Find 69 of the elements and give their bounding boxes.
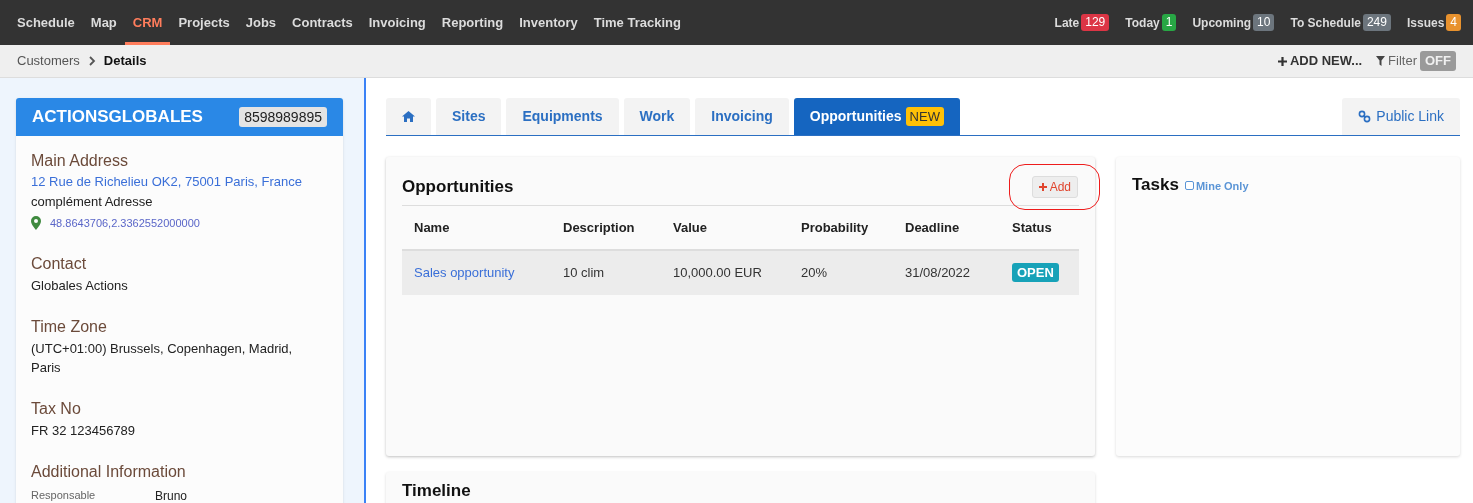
section-title: Main Address: [31, 151, 129, 171]
table-cell: 31/08/2022: [893, 250, 1000, 295]
panel-title: Tasks: [1132, 174, 1179, 196]
add-button[interactable]: Add: [1031, 176, 1078, 198]
tab[interactable]: Opportunities NEW: [793, 98, 960, 135]
tab[interactable]: Sites: [436, 98, 502, 135]
info-label: Responsable: [31, 487, 97, 503]
breadcrumb-item: Details: [103, 52, 147, 71]
table-cell: 10 clim: [551, 250, 661, 295]
filter-icon: [1376, 56, 1386, 66]
count-badge: 4: [1446, 14, 1461, 31]
counter-label[interactable]: Upcoming: [1192, 13, 1252, 32]
customer-code: 8598989895: [239, 107, 327, 127]
section-text: Globales Actions: [31, 276, 129, 295]
chevron-icon: [87, 56, 96, 66]
home-tab[interactable]: [386, 98, 431, 135]
plus-icon: [1038, 183, 1047, 191]
column-header: Probability: [789, 206, 893, 250]
nav-item[interactable]: Projects: [170, 0, 238, 45]
count-badge: 249: [1362, 14, 1391, 31]
count-badge: 1: [1161, 14, 1177, 31]
nav-item[interactable]: Schedule: [9, 0, 83, 45]
counter-label[interactable]: To Schedule: [1290, 13, 1361, 32]
customer-name: ACTIONSGLOBALES: [32, 106, 203, 129]
add-new-button[interactable]: ADD NEW...: [1277, 51, 1363, 71]
counter-label[interactable]: Issues: [1406, 13, 1445, 32]
nav-item[interactable]: Jobs: [237, 0, 285, 45]
public-link[interactable]: Public Link: [1342, 98, 1460, 135]
column-header: Value: [661, 206, 789, 250]
counter-label[interactable]: Late: [1054, 13, 1080, 32]
count-badge: 10: [1253, 14, 1275, 31]
coordinates-link[interactable]: 48.8643706,2.3362552000000: [50, 215, 200, 232]
section-title: Time Zone: [31, 316, 108, 337]
link-icon: [1358, 110, 1372, 123]
status-badge: OPEN: [1012, 263, 1059, 283]
breadcrumb-item[interactable]: Customers: [17, 51, 80, 71]
section-title: Contact: [31, 253, 88, 274]
nav-item[interactable]: Contracts: [284, 0, 361, 45]
tab[interactable]: Equipments: [506, 98, 619, 135]
plus-icon: [1277, 56, 1287, 66]
section-text: (UTC+01:00) Brussels, Copenhagen, Madrid, Paris: [31, 339, 294, 377]
nav-item[interactable]: Invoicing: [360, 0, 434, 45]
section-title: Additional Information: [31, 461, 187, 482]
tab[interactable]: Work: [623, 98, 691, 135]
column-header: Deadline: [893, 206, 1000, 250]
nav-item[interactable]: Inventory: [511, 0, 586, 45]
count-badge: 129: [1081, 14, 1110, 31]
new-badge: NEW: [905, 107, 944, 126]
home-icon: [402, 111, 415, 122]
table-cell: 20%: [789, 250, 893, 295]
panel-title: Timeline: [402, 481, 471, 500]
column-header: Name: [402, 206, 551, 250]
column-header: Description: [551, 206, 661, 250]
address-extra: complément Adresse: [31, 193, 154, 211]
opportunity-link[interactable]: Sales opportunity: [402, 250, 551, 295]
section-text: FR 32 123456789: [31, 421, 137, 440]
table-cell: 10,000.00 EUR: [661, 250, 789, 295]
panel-title: Opportunities: [402, 176, 514, 199]
section-title: Tax No: [31, 398, 82, 419]
tab[interactable]: Invoicing: [695, 98, 789, 135]
filter-label[interactable]: Filter: [1388, 51, 1417, 71]
map-pin-icon: [31, 216, 41, 231]
address-link[interactable]: 12 Rue de Richelieu OK2, 75001 Paris, France: [31, 172, 328, 192]
nav-item[interactable]: Time Tracking: [585, 0, 689, 45]
counter-label[interactable]: Today: [1125, 13, 1160, 32]
nav-item[interactable]: Reporting: [433, 0, 512, 45]
nav-item[interactable]: Map: [82, 0, 125, 45]
info-value: Bruno: [155, 487, 188, 503]
column-header: Status: [1000, 206, 1079, 250]
